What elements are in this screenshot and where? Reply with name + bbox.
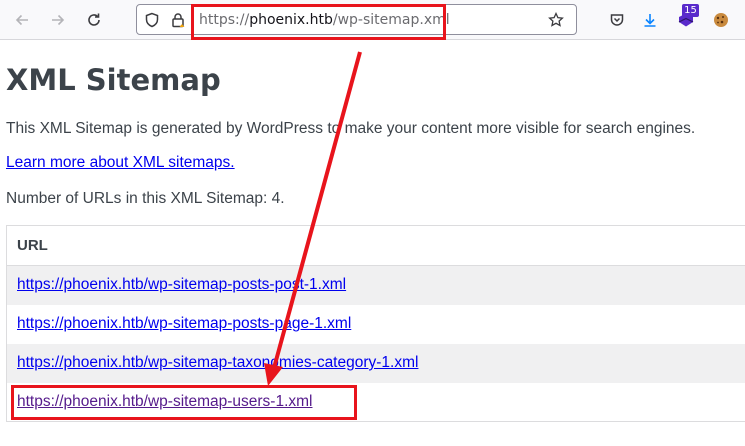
table-row: https://phoenix.htb/wp-sitemap-taxonomie…: [6, 343, 745, 383]
pocket-icon: [610, 14, 624, 26]
sitemap-link-pages[interactable]: https://phoenix.htb/wp-sitemap-posts-pag…: [17, 315, 351, 332]
lock-icon[interactable]: [170, 12, 186, 28]
sitemap-link-categories[interactable]: https://phoenix.htb/wp-sitemap-taxonomie…: [17, 354, 418, 371]
reload-icon: [88, 13, 100, 26]
url-count: Number of URLs in this XML Sitemap: 4.: [6, 190, 285, 207]
sitemap-link-posts[interactable]: https://phoenix.htb/wp-sitemap-posts-pos…: [17, 276, 346, 293]
star-icon[interactable]: [548, 12, 564, 28]
extension-badge: 15: [682, 4, 699, 17]
table-cell: https://phoenix.htb/wp-sitemap-posts-pos…: [6, 265, 745, 305]
learn-more-link[interactable]: Learn more about XML sitemaps.: [6, 154, 235, 172]
table-cell: https://phoenix.htb/wp-sitemap-posts-pag…: [7, 305, 745, 344]
page-description: This XML Sitemap is generated by WordPre…: [6, 120, 696, 137]
reload-button[interactable]: [80, 6, 108, 34]
forward-button[interactable]: [44, 6, 72, 34]
back-button[interactable]: [8, 6, 36, 34]
page-title: XML Sitemap: [6, 63, 221, 97]
table-row: https://phoenix.htb/wp-sitemap-posts-pos…: [6, 265, 745, 305]
table-row: https://phoenix.htb/wp-sitemap-posts-pag…: [7, 305, 745, 344]
shield-icon[interactable]: [144, 12, 160, 28]
cookie-extension-button[interactable]: [707, 6, 735, 34]
users-row-highlight-box: [11, 385, 357, 420]
pocket-button[interactable]: [603, 6, 631, 34]
back-arrow-icon: [15, 14, 28, 26]
url-highlight-box: [191, 4, 446, 40]
downloads-button[interactable]: [636, 6, 664, 34]
table-header-row: URL: [6, 225, 745, 266]
table-cell: https://phoenix.htb/wp-sitemap-taxonomie…: [6, 343, 745, 383]
column-header-url: URL: [6, 225, 745, 266]
forward-arrow-icon: [52, 14, 65, 26]
cookie-icon: [714, 13, 728, 27]
download-icon: [644, 14, 656, 27]
